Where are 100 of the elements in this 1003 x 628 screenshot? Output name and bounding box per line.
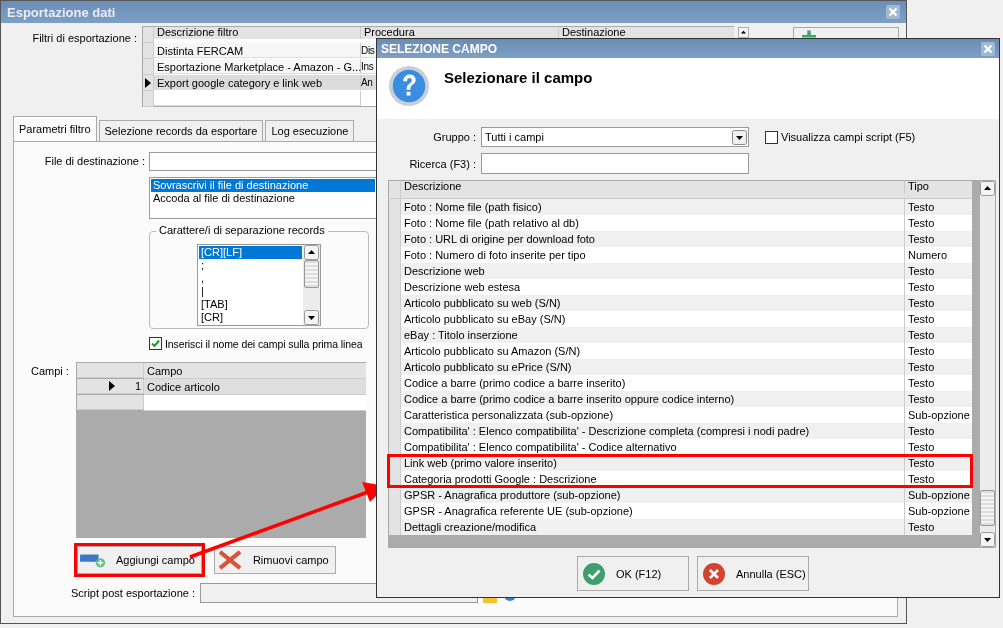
action-button[interactable]: OK (F12) (577, 556, 689, 591)
row-header[interactable]: 1 (77, 379, 144, 394)
caret-icon[interactable] (732, 129, 747, 145)
table-cell-text: Testo (907, 344, 936, 359)
group-legend: Carattere/i di separazione records (156, 224, 328, 236)
search-label: Ricerca (F3) : (408, 157, 477, 170)
scroll-down-icon[interactable] (304, 310, 319, 325)
table-cell: Dis (361, 43, 377, 58)
write-mode-list[interactable]: Sovrascrivi il file di destinazione Accoda al file di destinazione (149, 177, 377, 219)
scroll-up-icon[interactable] (980, 181, 995, 196)
destination-label: File di destinazione : (43, 154, 146, 167)
field-row[interactable]: Codice a barre (primo codice a barre inserito) Testo (389, 375, 972, 391)
question-icon (388, 65, 430, 107)
table-cell[interactable]: Export google category e link web (154, 75, 361, 90)
checkbox-label: Visualizza campi script (F5) (781, 131, 916, 143)
separator-list[interactable]: [CR][LF] ; , | [TAB] [CR] (197, 244, 321, 326)
scroll-down-icon[interactable] (980, 532, 995, 547)
field-row[interactable]: Compatibilita' : Elenco compatibilita' - Codice alternativo Testo (389, 439, 972, 455)
list-item[interactable]: | (199, 285, 302, 298)
action-button[interactable]: Rimuovi campo (213, 546, 336, 574)
field-row[interactable]: Articolo pubblicato su eBay (S/N) Testo (389, 311, 972, 327)
list-item[interactable]: [CR] (199, 311, 302, 324)
field-row[interactable]: Articolo pubblicato su Amazon (S/N) Testo (389, 343, 972, 359)
list-item[interactable]: , (199, 272, 302, 285)
table-cell: An (361, 75, 377, 90)
column-header[interactable]: Descrizione (401, 181, 905, 193)
field-row[interactable]: Foto : URL di origine per download foto Testo (389, 231, 972, 247)
field-row[interactable]: GPSR - Anagrafica referente UE (sub-opzione) Sub-opzione (389, 503, 972, 519)
check-icon (582, 561, 606, 586)
scrollbar[interactable] (980, 181, 995, 547)
scroll-thumb[interactable] (304, 260, 319, 288)
table-cell-text: Testo (907, 456, 936, 471)
tab[interactable]: Selezione records da esportare (98, 120, 264, 141)
row-number: 1 (134, 379, 141, 394)
tab[interactable]: Parametri filtro (13, 116, 97, 141)
group-dropdown[interactable]: Tutti i campi (481, 127, 749, 147)
script-label: Script post esportazione : (69, 587, 196, 599)
list-item[interactable]: Sovrascrivi il file di destinazione (151, 179, 375, 192)
table-cell-text: Testo (907, 280, 936, 295)
table-cell[interactable]: Distinta FERCAM (154, 43, 361, 58)
field-row[interactable]: Dettagli creazione/modifica Testo (389, 519, 972, 535)
column-header[interactable]: Descrizione filtro (154, 27, 361, 39)
list-item[interactable]: [CR][LF] (199, 246, 302, 259)
new-record-cell[interactable] (144, 395, 366, 411)
table-cell-text: Testo (907, 200, 936, 215)
tab[interactable]: Log esecuzione (265, 120, 355, 141)
field-row[interactable]: Foto : Nome file (path fisico) Testo (389, 199, 972, 215)
scroll-thumb[interactable] (980, 490, 995, 526)
table-cell-text: Testo (907, 312, 936, 327)
list-item[interactable]: ; (199, 259, 302, 272)
new-record-cell[interactable] (154, 91, 361, 106)
field-row[interactable]: Compatibilita' : Elenco compatibilita' - Descrizione completa (compresi i nodi padre) Testo (389, 423, 972, 439)
table-cell-text: Sub-opzione (907, 488, 971, 503)
table-cell[interactable]: Esportazione Marketplace - Amazon - G... (154, 59, 361, 74)
checkbox-label: Inserisci il nome dei campi sulla prima linea (165, 337, 363, 350)
plus-icon (802, 30, 816, 38)
table-cell: Ins (361, 59, 377, 74)
checkbox[interactable] (765, 130, 778, 144)
scrollbar[interactable] (303, 245, 320, 325)
list-item[interactable]: Accoda al file di destinazione (151, 192, 375, 205)
table-cell-text: Testo (907, 472, 936, 487)
field-row[interactable]: eBay : Titolo inserzione Testo (389, 327, 972, 343)
close-icon[interactable] (886, 5, 900, 19)
close-icon[interactable] (981, 41, 995, 56)
field-row[interactable]: Descrizione web Testo (389, 263, 972, 279)
row-pointer-icon (108, 381, 115, 391)
scroll-up-icon[interactable] (304, 245, 319, 260)
field-row[interactable]: Articolo pubblicato su ePrice (S/N) Testo (389, 359, 972, 375)
field-row[interactable]: Foto : Numero di foto inserite per tipo Numero (389, 247, 972, 263)
dialog-title: SELEZIONE CAMPO (381, 41, 497, 56)
remove-icon (216, 550, 243, 570)
list-item[interactable]: [TAB] (199, 298, 302, 311)
field-row[interactable]: Foto : Nome file (path relativo al db) Testo (389, 215, 972, 231)
table-cell-text: Testo (907, 216, 936, 231)
table-cell-text: Testo (907, 264, 936, 279)
table-cell-text: Numero (907, 248, 949, 263)
table-cell[interactable]: Codice articolo (144, 379, 366, 395)
column-header[interactable]: Destinazione (559, 27, 734, 39)
table-cell-text: Sub-opzione (907, 408, 971, 423)
row-header (77, 363, 144, 378)
field-row[interactable]: Codice a barre (primo codice a barre inserito oppure codice interno) Testo (389, 391, 972, 407)
table-cell-text: Testo (907, 328, 936, 343)
table-cell-text: Testo (907, 392, 936, 407)
column-header[interactable]: Campo (144, 363, 366, 379)
action-button[interactable]: Aggiungi campo (77, 546, 202, 574)
table-cell-text: Testo (907, 296, 936, 311)
table-cell-text: Testo (907, 424, 936, 439)
checkbox[interactable] (149, 337, 162, 350)
field-row[interactable]: Articolo pubblicato su web (S/N) Testo (389, 295, 972, 311)
action-button[interactable]: Annulla (ESC) (697, 556, 809, 591)
scroll-up-icon[interactable] (736, 27, 751, 38)
group-label: Gruppo : (432, 131, 477, 143)
field-row[interactable]: Descrizione web estesa Testo (389, 279, 972, 295)
table-cell-text: Testo (907, 376, 936, 391)
column-header[interactable]: Procedura (361, 27, 559, 39)
search-field[interactable] (481, 153, 749, 174)
field-row[interactable]: Caratteristica personalizzata (sub-opzione) Sub-opzione (389, 407, 972, 423)
destination-field[interactable] (149, 152, 377, 171)
table-cell-text: Testo (907, 232, 936, 247)
add-filter-button[interactable] (793, 27, 899, 38)
